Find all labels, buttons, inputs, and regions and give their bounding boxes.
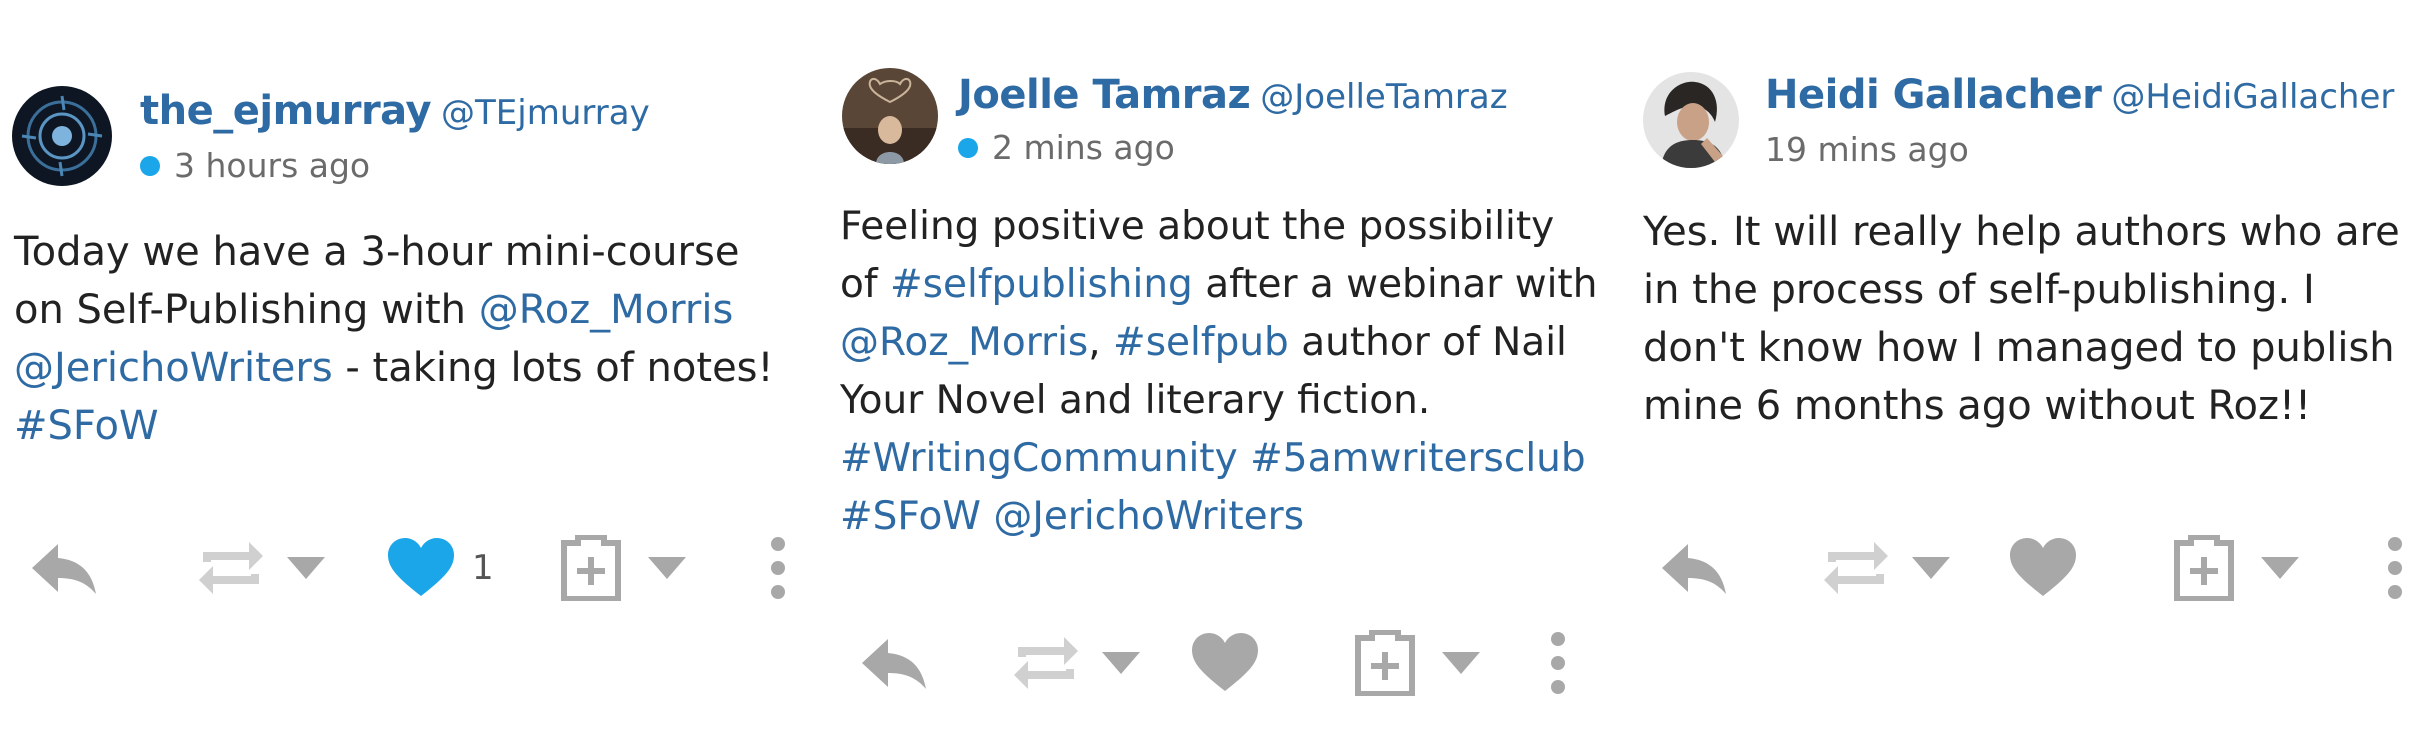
- mention-link[interactable]: @JerichoWriters: [993, 494, 1304, 539]
- more-button[interactable]: [770, 528, 786, 608]
- post-header: the_ejmurray @TEjmurray 3 hours ago: [0, 58, 800, 188]
- mention-link[interactable]: @JerichoWriters: [14, 345, 333, 391]
- post-text: Yes. It will really help authors who are…: [1643, 209, 2400, 429]
- boost-icon: [1820, 538, 1892, 598]
- name-row: the_ejmurray @TEjmurray: [140, 88, 650, 134]
- boost-button[interactable]: [1010, 623, 1140, 703]
- hashtag-link[interactable]: #5amwritersclub: [1250, 436, 1586, 481]
- more-button[interactable]: [1550, 623, 1566, 703]
- boost-icon: [1010, 633, 1082, 693]
- boost-button[interactable]: [195, 528, 325, 608]
- post-text: [981, 494, 993, 539]
- bookmark-icon: [560, 535, 622, 601]
- boost-button[interactable]: [1820, 528, 1950, 608]
- online-status-dot: [958, 137, 978, 158]
- hashtag-link[interactable]: #SFoW: [840, 494, 981, 539]
- post-card: Heidi Gallacher @HeidiGallacher 19 mins a…: [1635, 58, 2425, 601]
- heart-icon: [388, 538, 454, 598]
- reply-icon: [30, 540, 98, 596]
- timestamp[interactable]: 3 hours ago: [174, 146, 370, 185]
- timestamp[interactable]: 2 mins ago: [992, 128, 1175, 167]
- handle[interactable]: @JoelleTamraz: [1260, 77, 1507, 117]
- post-text: after a webinar with: [1192, 262, 1598, 307]
- post-text: [1238, 436, 1250, 481]
- chevron-down-icon[interactable]: [1442, 652, 1480, 674]
- more-icon: [1550, 631, 1566, 695]
- hashtag-link[interactable]: #selfpublishing: [890, 262, 1193, 307]
- post-body: Feeling positive about the possibility o…: [840, 198, 1600, 546]
- reply-button[interactable]: [1660, 528, 1728, 608]
- more-icon: [2387, 536, 2403, 600]
- reply-button[interactable]: [30, 528, 98, 608]
- like-count: 1: [472, 548, 494, 588]
- heart-icon: [1192, 633, 1258, 693]
- chevron-down-icon[interactable]: [1912, 557, 1950, 579]
- chevron-down-icon[interactable]: [1102, 652, 1140, 674]
- action-bar: 1: [0, 528, 800, 608]
- time-row: 19 mins ago: [1765, 130, 1969, 169]
- bookmark-button[interactable]: [1354, 623, 1480, 703]
- like-button[interactable]: [1192, 623, 1258, 703]
- post-body: Yes. It will really help authors who are…: [1643, 203, 2423, 435]
- chevron-down-icon[interactable]: [287, 557, 325, 579]
- avatar[interactable]: [12, 86, 112, 186]
- like-button[interactable]: 1: [388, 528, 494, 608]
- time-row: 2 mins ago: [958, 128, 1175, 167]
- display-name[interactable]: Joelle Tamraz: [958, 72, 1251, 118]
- post-text: - taking lots of notes!: [332, 345, 774, 391]
- time-row: 3 hours ago: [140, 146, 370, 185]
- timestamp[interactable]: 19 mins ago: [1765, 130, 1969, 169]
- post-card: Joelle Tamraz @JoelleTamraz 2 mins ago Fe…: [830, 58, 1600, 696]
- more-icon: [770, 536, 786, 600]
- hashtag-link[interactable]: #SFoW: [14, 403, 159, 449]
- online-status-dot: [140, 155, 160, 176]
- bookmark-icon: [1354, 630, 1416, 696]
- post-header: Joelle Tamraz @JoelleTamraz 2 mins ago: [830, 58, 1600, 188]
- display-name[interactable]: the_ejmurray: [140, 88, 432, 134]
- chevron-down-icon[interactable]: [2261, 557, 2299, 579]
- name-row: Joelle Tamraz @JoelleTamraz: [958, 72, 1508, 118]
- action-bar: [830, 623, 1600, 703]
- handle[interactable]: @HeidiGallacher: [2111, 77, 2394, 117]
- reply-button[interactable]: [860, 623, 928, 703]
- bookmark-icon: [2173, 535, 2235, 601]
- name-row: Heidi Gallacher @HeidiGallacher: [1765, 72, 2394, 118]
- action-bar: [1635, 528, 2425, 608]
- reply-icon: [860, 635, 928, 691]
- post-header: Heidi Gallacher @HeidiGallacher 19 mins a…: [1635, 58, 2425, 188]
- bookmark-button[interactable]: [560, 528, 686, 608]
- heart-icon: [2010, 538, 2076, 598]
- reply-icon: [1660, 540, 1728, 596]
- post-body: Today we have a 3-hour mini-course on Se…: [14, 223, 794, 455]
- display-name[interactable]: Heidi Gallacher: [1765, 72, 2102, 118]
- mention-link[interactable]: @Roz_Morris: [840, 320, 1088, 365]
- avatar[interactable]: [842, 68, 938, 164]
- hashtag-link[interactable]: #WritingCommunity: [840, 436, 1238, 481]
- post-card: the_ejmurray @TEjmurray 3 hours ago Today…: [0, 58, 800, 601]
- boost-icon: [195, 538, 267, 598]
- mention-link[interactable]: @Roz_Morris: [479, 287, 734, 333]
- avatar[interactable]: [1643, 72, 1739, 168]
- chevron-down-icon[interactable]: [648, 557, 686, 579]
- handle[interactable]: @TEjmurray: [441, 93, 650, 133]
- more-button[interactable]: [2387, 528, 2403, 608]
- hashtag-link[interactable]: #selfpub: [1113, 320, 1289, 365]
- post-text: ,: [1088, 320, 1114, 365]
- bookmark-button[interactable]: [2173, 528, 2299, 608]
- like-button[interactable]: [2010, 528, 2076, 608]
